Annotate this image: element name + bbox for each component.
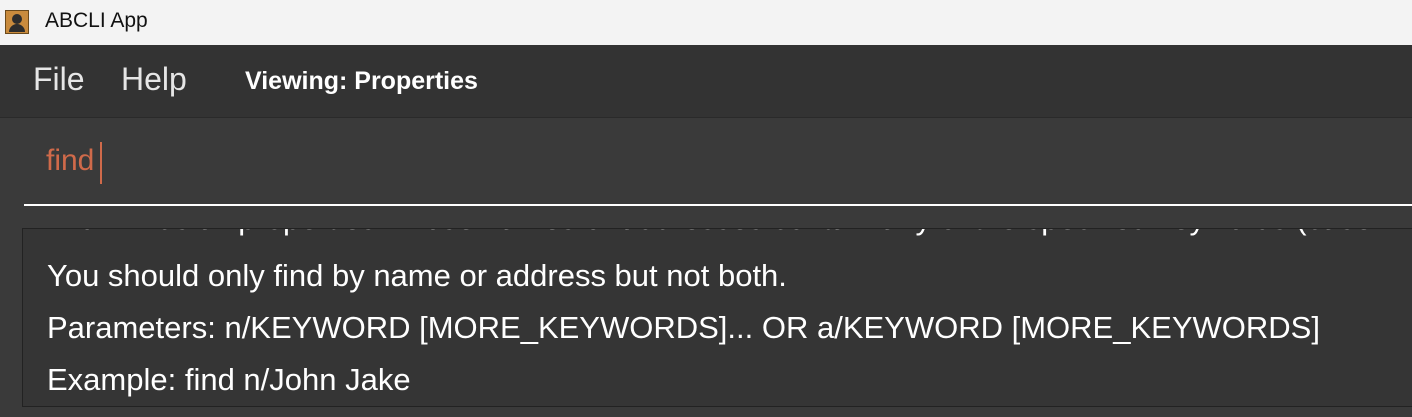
result-display[interactable]: find: Finds all properties whose names o… [22,228,1412,407]
menu-bar: File Help Viewing: Properties [0,45,1412,118]
viewing-label: Viewing: Properties [245,67,478,95]
window-title: ABCLI App [45,9,148,32]
command-box [0,118,1412,218]
title-bar: ABCLI App [0,0,1412,45]
result-line: find: Finds all properties whose names o… [47,229,1412,237]
menu-help[interactable]: Help [121,61,187,98]
result-line: You should only find by name or address … [47,258,787,293]
text-caret [100,142,102,184]
address-book-icon [5,10,29,34]
result-line: Parameters: n/KEYWORD [MORE_KEYWORDS]...… [47,310,1320,345]
result-line: Example: find n/John Jake [47,362,411,397]
menu-file[interactable]: File [33,61,85,98]
command-input[interactable] [24,118,1412,206]
